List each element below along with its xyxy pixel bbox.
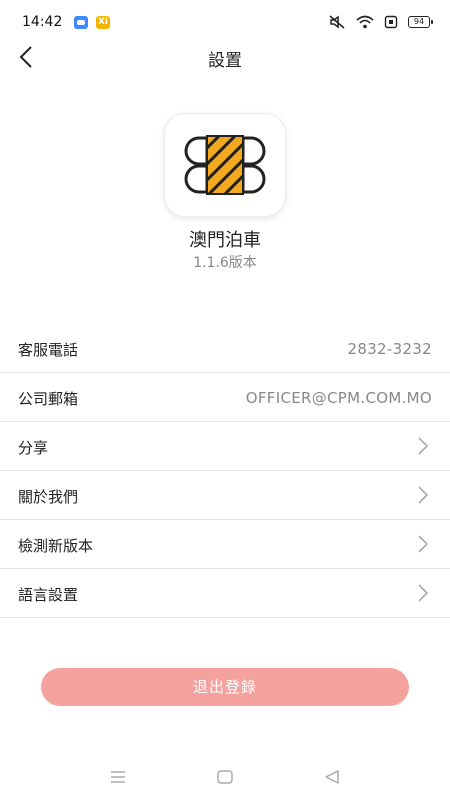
setting-row-check-update[interactable]: 檢測新版本 — [0, 520, 450, 569]
menu-icon[interactable] — [107, 768, 129, 786]
xi-app-icon: Xi — [96, 16, 110, 29]
chevron-right-icon — [418, 437, 429, 455]
setting-row-company-email[interactable]: 公司郵箱 OFFICER@CPM.COM.MO — [0, 373, 450, 422]
app-version: 1.1.6版本 — [193, 255, 257, 271]
chevron-right-icon — [418, 535, 429, 553]
app-name: 澳門泊車 — [189, 230, 261, 251]
app-logo-icon — [184, 135, 266, 195]
page-title: 設置 — [208, 51, 242, 71]
setting-label: 公司郵箱 — [18, 390, 79, 408]
setting-row-about-us[interactable]: 關於我們 — [0, 471, 450, 520]
logout-button[interactable]: 退出登錄 — [41, 668, 409, 706]
wifi-icon — [356, 15, 374, 29]
setting-row-language[interactable]: 語言設置 — [0, 569, 450, 618]
battery-icon: 94 — [408, 16, 433, 28]
status-time: 14:42 — [22, 14, 63, 30]
settings-list: 客服電話 2832-3232 公司郵箱 OFFICER@CPM.COM.MO 分… — [0, 324, 450, 618]
setting-value: 2832-3232 — [347, 340, 432, 358]
setting-row-customer-service-phone[interactable]: 客服電話 2832-3232 — [0, 324, 450, 373]
setting-value: OFFICER@CPM.COM.MO — [245, 389, 432, 407]
setting-label: 分享 — [18, 439, 49, 457]
status-icons: 94 — [328, 15, 433, 29]
chevron-right-icon — [418, 584, 429, 602]
setting-label: 檢測新版本 — [18, 537, 94, 555]
setting-label: 語言設置 — [18, 586, 79, 604]
back-icon[interactable] — [321, 768, 343, 786]
sim-icon — [384, 15, 398, 29]
setting-label: 關於我們 — [18, 488, 79, 506]
app-notification-icon — [74, 16, 88, 29]
system-navigation-bar — [0, 760, 450, 794]
setting-label: 客服電話 — [18, 341, 79, 359]
chevron-right-icon — [418, 486, 429, 504]
mute-icon — [329, 15, 345, 29]
home-icon[interactable] — [214, 768, 236, 786]
navigation-bar: 設置 — [0, 38, 450, 78]
app-logo — [165, 114, 285, 216]
setting-row-share[interactable]: 分享 — [0, 422, 450, 471]
